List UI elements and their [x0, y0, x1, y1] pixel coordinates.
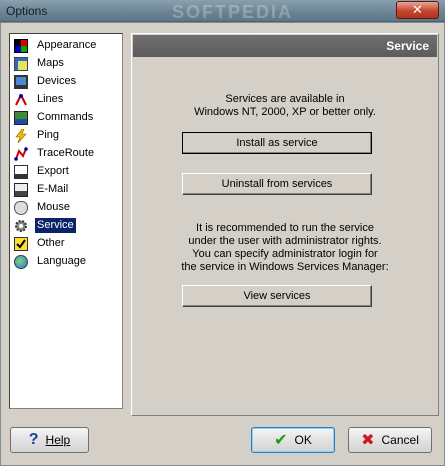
- tree-item-label: Other: [37, 237, 65, 249]
- cancel-button[interactable]: ✖ Cancel: [348, 427, 432, 453]
- lines-icon: [14, 93, 28, 107]
- window-title: Options: [6, 4, 48, 18]
- title-bar: Options SOFTPEDIA ✕: [0, 0, 445, 22]
- recommendation-line4: the service in Windows Services Manager:: [181, 261, 389, 273]
- tree-item-mouse[interactable]: Mouse: [14, 199, 72, 216]
- recommendation-line1: It is recommended to run the service: [196, 222, 374, 234]
- tree-item-email[interactable]: E-Mail: [14, 181, 70, 198]
- ok-button[interactable]: ✔ OK: [251, 427, 335, 453]
- tree-item-devices[interactable]: Devices: [14, 73, 78, 90]
- tree-item-export[interactable]: Export: [14, 163, 71, 180]
- recommendation-line2: under the user with administrator rights…: [188, 235, 382, 247]
- cancel-x-icon: ✖: [361, 432, 375, 449]
- help-button-label: Help: [45, 433, 71, 447]
- tree-item-label: Commands: [37, 111, 94, 123]
- devices-icon: [14, 74, 28, 89]
- service-gear-icon: [14, 219, 28, 233]
- export-icon: [14, 164, 28, 179]
- help-button[interactable]: ? Help: [10, 427, 89, 453]
- close-button[interactable]: ✕: [396, 1, 439, 19]
- options-category-tree[interactable]: Appearance Maps Devices Lines Commands P…: [9, 33, 123, 409]
- tree-item-label: Lines: [37, 93, 64, 105]
- tree-item-lines[interactable]: Lines: [14, 91, 65, 108]
- tree-item-label: Appearance: [37, 39, 97, 51]
- tree-item-commands[interactable]: Commands: [14, 109, 95, 126]
- help-question-icon: ?: [28, 431, 39, 448]
- view-services-button[interactable]: View services: [182, 285, 372, 307]
- tree-item-label: Service: [35, 218, 76, 233]
- tree-item-label: TraceRoute: [37, 147, 95, 159]
- tree-item-language[interactable]: Language: [14, 253, 88, 270]
- tree-item-service[interactable]: Service: [14, 217, 76, 234]
- appearance-icon: [14, 38, 28, 53]
- commands-icon: [14, 110, 28, 125]
- availability-note-line1: Services are available in: [225, 93, 345, 105]
- ok-check-icon: ✔: [274, 432, 288, 449]
- uninstall-service-button[interactable]: Uninstall from services: [182, 173, 372, 195]
- email-icon: [14, 182, 28, 197]
- tree-item-label: Ping: [37, 129, 60, 141]
- install-service-button[interactable]: Install as service: [182, 132, 372, 154]
- tree-item-label: Mouse: [37, 201, 71, 213]
- tree-item-label: Maps: [37, 57, 64, 69]
- recommendation-line3: You can specify administrator login for: [192, 248, 378, 260]
- availability-note-line2: Windows NT, 2000, XP or better only.: [194, 106, 376, 118]
- tree-item-label: Export: [37, 165, 69, 177]
- cancel-button-label: Cancel: [381, 433, 419, 447]
- map-icon: [14, 56, 28, 71]
- ok-button-label: OK: [294, 433, 312, 447]
- ping-icon: [14, 128, 28, 143]
- tree-item-label: Devices: [37, 75, 77, 87]
- tree-item-label: Language: [37, 255, 86, 267]
- traceroute-icon: [14, 146, 28, 161]
- tree-item-other[interactable]: Other: [14, 235, 67, 252]
- panel-title: Service: [386, 39, 429, 53]
- tree-item-appearance[interactable]: Appearance: [14, 37, 98, 54]
- watermark: SOFTPEDIA: [172, 2, 294, 22]
- service-panel: Service Services are available in Window…: [131, 33, 439, 416]
- other-check-icon: [14, 236, 28, 251]
- tree-item-maps[interactable]: Maps: [14, 55, 66, 72]
- mouse-icon: [14, 200, 28, 215]
- globe-icon: [14, 254, 28, 269]
- panel-header: Service: [133, 35, 437, 57]
- tree-item-label: E-Mail: [37, 183, 69, 195]
- tree-item-traceroute[interactable]: TraceRoute: [14, 145, 96, 162]
- tree-item-ping[interactable]: Ping: [14, 127, 61, 144]
